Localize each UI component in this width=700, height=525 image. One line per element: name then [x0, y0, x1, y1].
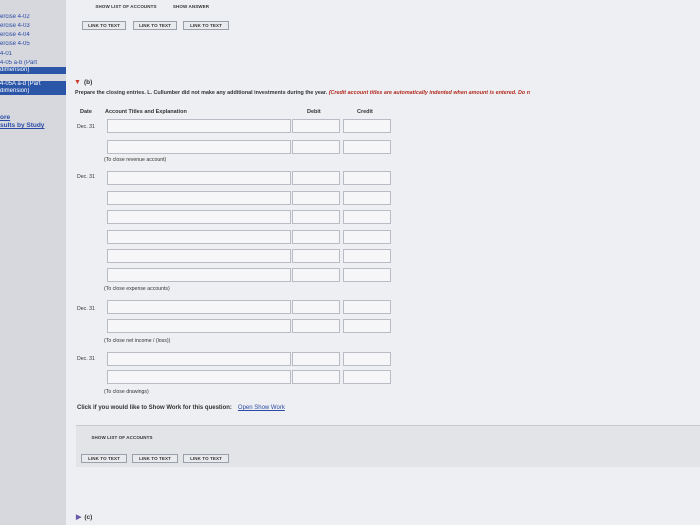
- open-show-work-link[interactable]: Open Show Work: [238, 405, 285, 411]
- entry-4-credit-input-2[interactable]: [343, 370, 391, 384]
- part-b-label: (b): [83, 79, 93, 86]
- entry-4-account-input-2[interactable]: [107, 370, 291, 384]
- show-answer-button[interactable]: SHOW ANSWER: [168, 3, 214, 12]
- sidebar-item-exercise-4-03[interactable]: ercise 4-03: [0, 23, 66, 30]
- sidebar-item-exercise-4-05[interactable]: ercise 4-05: [0, 41, 66, 48]
- sidebar-item-problem-4-01[interactable]: 4-01: [0, 51, 66, 58]
- entry-2-account-input-2[interactable]: [107, 191, 291, 205]
- entry-2-debit-input-1[interactable]: [292, 171, 340, 185]
- entry-1-account-input-2[interactable]: [107, 140, 291, 154]
- entry-2-account-input-6[interactable]: [107, 268, 291, 282]
- results-by-study-link[interactable]: sults by Study: [0, 122, 66, 129]
- entry-2-credit-input-4[interactable]: [343, 230, 391, 244]
- show-list-of-accounts-button-bottom[interactable]: SHOW LIST OF ACCOUNTS: [82, 434, 162, 443]
- entry-4-caption: (To close drawings): [104, 389, 149, 395]
- show-list-of-accounts-button[interactable]: SHOW LIST OF ACCOUNTS: [86, 3, 166, 12]
- entry-2-account-input-3[interactable]: [107, 210, 291, 224]
- instructions-text: Prepare the closing entries. L. Cullumbe…: [75, 90, 328, 96]
- entry-3-date: Dec. 31: [77, 306, 95, 312]
- column-header-credit: Credit: [357, 109, 373, 115]
- entry-2-account-input-1[interactable]: [107, 171, 291, 185]
- entry-4-debit-input-1[interactable]: [292, 352, 340, 366]
- entry-2-credit-input-1[interactable]: [343, 171, 391, 185]
- entry-1-caption: (To close revenue account): [104, 157, 167, 163]
- entry-3-debit-input-2[interactable]: [292, 319, 340, 333]
- instructions-note: (Credit account titles are automatically…: [328, 90, 531, 96]
- entry-2-account-input-4[interactable]: [107, 230, 291, 244]
- sidebar-item-problem-4-05a-ad-dimension[interactable]: dimension): [0, 88, 66, 95]
- entry-2-debit-input-2[interactable]: [292, 191, 340, 205]
- entry-1-credit-input-1[interactable]: [343, 119, 391, 133]
- show-work-row: Click if you would like to Show Work for…: [77, 405, 285, 411]
- entry-2-credit-input-6[interactable]: [343, 268, 391, 282]
- entry-1-credit-input-2[interactable]: [343, 140, 391, 154]
- sidebar-item-exercise-4-04[interactable]: ercise 4-04: [0, 32, 66, 39]
- entry-2-debit-input-6[interactable]: [292, 268, 340, 282]
- entry-1-debit-input-2[interactable]: [292, 140, 340, 154]
- entry-2-credit-input-2[interactable]: [343, 191, 391, 205]
- link-to-text-button-3[interactable]: LINK TO TEXT: [183, 21, 229, 30]
- entry-4-date: Dec. 31: [77, 356, 95, 362]
- column-header-account-titles: Account Titles and Explanation: [105, 109, 187, 115]
- entry-2-debit-input-4[interactable]: [292, 230, 340, 244]
- entry-3-caption: (To close net income / (loss)): [104, 338, 171, 344]
- entry-1-date: Dec. 31: [77, 124, 95, 130]
- entry-2-caption: (To close expense accounts): [104, 286, 170, 292]
- triangle-right-icon: ▶: [76, 514, 82, 521]
- link-to-text-button-1[interactable]: LINK TO TEXT: [82, 21, 126, 30]
- sidebar-item-problem-4-05-ab-dimension[interactable]: dimension): [0, 67, 66, 74]
- entry-3-account-input-2[interactable]: [107, 319, 291, 333]
- link-to-text-button-bottom-1[interactable]: LINK TO TEXT: [81, 454, 127, 463]
- entry-4-account-input-1[interactable]: [107, 352, 291, 366]
- entry-3-debit-input-1[interactable]: [292, 300, 340, 314]
- bottom-toolbar-panel: SHOW LIST OF ACCOUNTS LINK TO TEXT LINK …: [76, 425, 700, 467]
- column-header-debit: Debit: [307, 109, 321, 115]
- entry-2-account-input-5[interactable]: [107, 249, 291, 263]
- part-c-label: (c): [84, 514, 93, 521]
- sidebar-more-label: ore: [0, 114, 11, 121]
- sidebar-item-problem-4-05a-ad[interactable]: 4-05A a-d (Part: [0, 81, 66, 88]
- sidebar-nav: ercise 4-02 ercise 4-03 ercise 4-04 erci…: [0, 0, 66, 525]
- sidebar-item-exercise-4-02[interactable]: ercise 4-02: [0, 14, 66, 21]
- entry-4-debit-input-2[interactable]: [292, 370, 340, 384]
- entry-3-account-input-1[interactable]: [107, 300, 291, 314]
- link-to-text-button-bottom-2[interactable]: LINK TO TEXT: [132, 454, 178, 463]
- entry-2-debit-input-3[interactable]: [292, 210, 340, 224]
- column-header-date: Date: [80, 109, 92, 115]
- entry-3-credit-input-1[interactable]: [343, 300, 391, 314]
- part-c-toggle[interactable]: ▶ (c): [76, 513, 92, 521]
- entry-1-account-input-1[interactable]: [107, 119, 291, 133]
- entry-2-credit-input-3[interactable]: [343, 210, 391, 224]
- entry-2-date: Dec. 31: [77, 174, 95, 180]
- link-to-text-button-bottom-3[interactable]: LINK TO TEXT: [183, 454, 229, 463]
- entry-1-debit-input-1[interactable]: [292, 119, 340, 133]
- entry-2-debit-input-5[interactable]: [292, 249, 340, 263]
- part-b-instructions: Prepare the closing entries. L. Cullumbe…: [75, 90, 700, 96]
- entry-3-credit-input-2[interactable]: [343, 319, 391, 333]
- triangle-down-icon: ▼: [74, 79, 81, 86]
- question-panel: SHOW LIST OF ACCOUNTS SHOW ANSWER LINK T…: [66, 0, 700, 525]
- sidebar-item-problem-4-05-ab[interactable]: 4-05 a-b (Part: [0, 60, 66, 67]
- part-b-toggle[interactable]: ▼ (b): [74, 79, 92, 86]
- show-work-prompt: Click if you would like to Show Work for…: [77, 405, 232, 411]
- link-to-text-button-2[interactable]: LINK TO TEXT: [133, 21, 177, 30]
- entry-4-credit-input-1[interactable]: [343, 352, 391, 366]
- entry-2-credit-input-5[interactable]: [343, 249, 391, 263]
